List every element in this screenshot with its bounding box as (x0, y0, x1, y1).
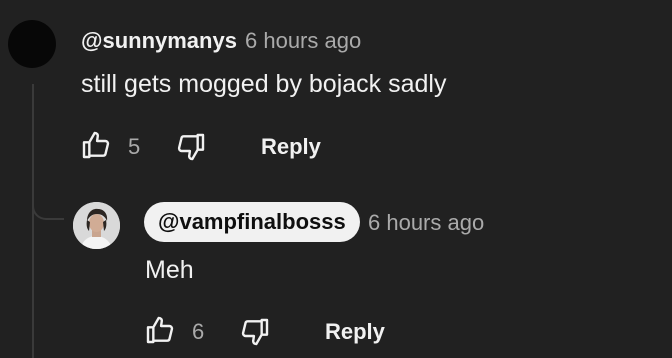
reply-text: Meh (145, 256, 194, 284)
dislike-button[interactable] (174, 130, 208, 164)
reply-button[interactable]: Reply (261, 134, 321, 160)
reply-timestamp[interactable]: 6 hours ago (368, 210, 484, 236)
like-button[interactable] (79, 128, 113, 162)
thumbs-down-icon (241, 318, 269, 346)
comment-timestamp[interactable]: 6 hours ago (245, 28, 361, 54)
avatar[interactable] (8, 20, 56, 68)
profile-photo-icon (73, 202, 120, 249)
reply-reply-button[interactable]: Reply (325, 319, 385, 345)
comment-author[interactable]: @sunnymanys (81, 28, 237, 54)
comment-thread: @sunnymanys 6 hours ago still gets mogge… (0, 0, 672, 358)
thumbs-up-icon (82, 131, 110, 159)
like-count: 5 (128, 134, 141, 159)
comment-text: still gets mogged by bojack sadly (81, 70, 447, 98)
reply-connector (32, 196, 64, 220)
reply-like-button[interactable] (143, 313, 177, 347)
thumbs-up-icon (146, 316, 174, 344)
reply-author[interactable]: @vampfinalbosss (144, 202, 360, 242)
thread-line (32, 84, 34, 358)
reply-dislike-button[interactable] (238, 315, 272, 349)
reply-like-count: 6 (192, 319, 205, 344)
thumbs-down-icon (177, 133, 205, 161)
reply-avatar[interactable] (73, 202, 120, 249)
